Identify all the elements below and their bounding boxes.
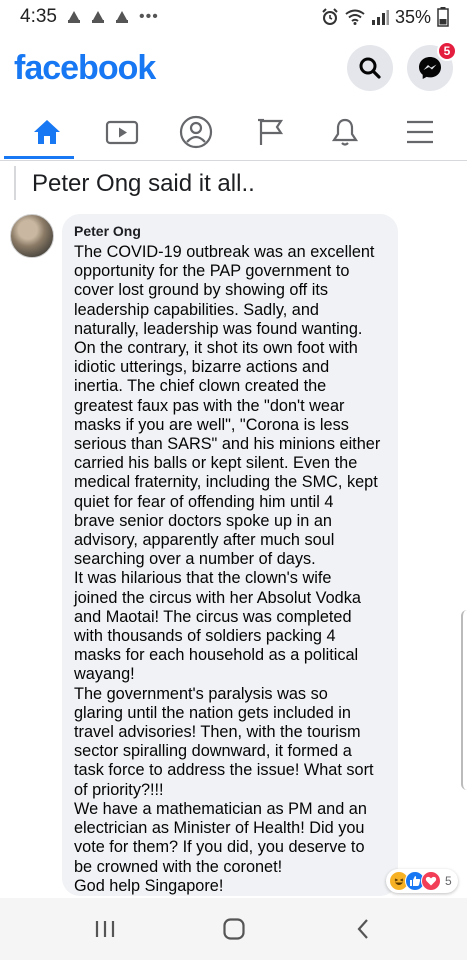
alarm-icon (322, 8, 338, 25)
recent-apps-icon (95, 921, 114, 937)
pages-flag-icon (257, 118, 283, 145)
search-icon (359, 57, 381, 79)
android-nav-bar (0, 898, 467, 960)
nav-menu[interactable] (390, 107, 450, 157)
back-icon (357, 919, 368, 939)
avatar[interactable] (10, 214, 54, 258)
home-button[interactable] (214, 909, 254, 949)
android-home-icon (222, 918, 245, 940)
nav-notifications[interactable] (315, 107, 375, 157)
comment-bubble[interactable]: Peter Ong The COVID-19 outbreak was an e… (62, 214, 398, 896)
battery-percentage: 35% (394, 6, 431, 27)
nav-profile[interactable] (166, 107, 226, 157)
post-text: Peter Ong said it all.. (32, 170, 255, 197)
nav-pages[interactable] (241, 107, 301, 157)
home-icon (34, 120, 61, 144)
status-left: 4:35 ••• (20, 6, 159, 28)
notification-icon (67, 10, 81, 24)
notification-icon (91, 10, 105, 24)
signal-icon (371, 10, 389, 25)
reactions-summary[interactable]: 5 (386, 869, 458, 893)
comment-body: The COVID-19 outbreak was an excellent o… (74, 243, 381, 895)
menu-icon (406, 120, 433, 144)
recent-apps-button[interactable] (85, 909, 125, 949)
status-bar: 4:35 ••• 35% (0, 0, 467, 34)
more-notifications-icon: ••• (138, 8, 159, 25)
battery-icon (437, 7, 449, 27)
messenger-icon (419, 57, 441, 79)
love-reaction-icon (421, 871, 441, 891)
comment-author[interactable]: Peter Ong (74, 223, 386, 239)
status-time: 4:35 (20, 6, 57, 27)
profile-icon (180, 115, 213, 149)
thread-line (14, 166, 16, 200)
messenger-badge: 5 (437, 41, 457, 61)
messenger-button[interactable]: 5 (407, 41, 457, 91)
wifi-icon (345, 9, 365, 25)
watch-icon (105, 120, 138, 145)
notifications-bell-icon (332, 118, 359, 146)
back-button[interactable] (343, 909, 383, 949)
nav-home[interactable] (17, 107, 77, 157)
active-tab-indicator (4, 156, 74, 159)
status-right: 35% (321, 7, 449, 28)
nav-divider (0, 160, 467, 161)
app-header: facebook 5 (0, 38, 467, 98)
header-actions: 5 (347, 41, 457, 91)
nav-watch[interactable] (92, 107, 152, 157)
notification-icon (115, 10, 129, 24)
facebook-logo[interactable]: facebook (14, 49, 156, 88)
scrollbar[interactable] (461, 610, 467, 790)
search-button[interactable] (347, 45, 393, 91)
main-nav (0, 104, 467, 160)
reaction-count: 5 (445, 874, 452, 888)
